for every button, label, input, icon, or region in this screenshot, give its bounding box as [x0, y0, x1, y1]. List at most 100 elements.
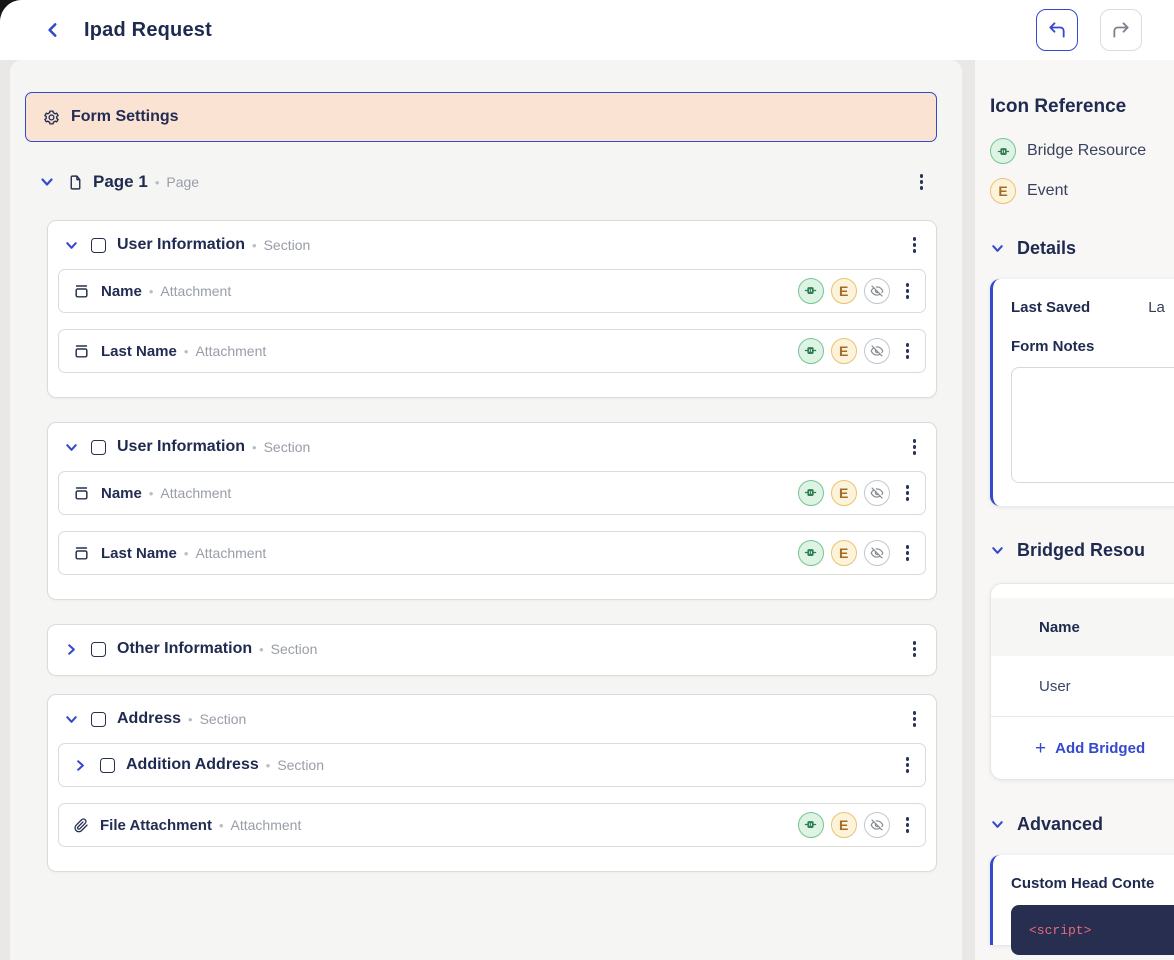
eye-hidden-icon[interactable]: [864, 278, 890, 304]
chevron-right-icon[interactable]: [73, 758, 88, 773]
main-area: Form Settings Page 1 • Page User Informa…: [0, 60, 1174, 960]
details-section-header[interactable]: Details: [990, 238, 1174, 259]
legend-label: Bridge Resource: [1027, 142, 1146, 160]
kebab-menu[interactable]: [914, 168, 929, 195]
back-button[interactable]: [40, 17, 66, 43]
redo-icon: [1111, 20, 1131, 40]
section-type-label: Section: [264, 237, 311, 253]
form-builder-app: Ipad Request Form Settings Page 1 • Page: [0, 0, 1174, 960]
section-card-user-information-2: User Information • Section Name • Attach…: [47, 422, 937, 600]
bullet-separator: •: [266, 758, 271, 773]
field-box-icon: [73, 485, 90, 502]
bridge-resource-icon[interactable]: [798, 540, 824, 566]
chevron-right-icon[interactable]: [64, 642, 79, 657]
section-title: Other Information: [117, 640, 252, 658]
chevron-down-icon[interactable]: [64, 712, 79, 727]
eye-hidden-icon[interactable]: [864, 338, 890, 364]
bridged-resources-table: Name User + Add Bridged: [990, 583, 1174, 780]
undo-icon: [1047, 20, 1067, 40]
section-title: User Information: [117, 438, 245, 456]
field-label: Last Name: [101, 343, 177, 360]
eye-hidden-icon[interactable]: [864, 812, 890, 838]
advanced-section-header[interactable]: Advanced: [990, 814, 1174, 835]
chevron-down-icon[interactable]: [990, 543, 1005, 558]
event-icon[interactable]: E: [831, 338, 857, 364]
bridged-resources-section-header[interactable]: Bridged Resou: [990, 540, 1174, 561]
eye-hidden-icon[interactable]: [864, 480, 890, 506]
section-header[interactable]: User Information • Section: [48, 423, 936, 471]
bridge-resource-icon[interactable]: [798, 278, 824, 304]
kebab-menu[interactable]: [900, 539, 915, 566]
page-node[interactable]: Page 1 • Page: [25, 160, 937, 204]
kebab-menu[interactable]: [900, 277, 915, 304]
kebab-menu[interactable]: [907, 231, 922, 258]
eye-hidden-icon[interactable]: [864, 540, 890, 566]
section-header[interactable]: Address • Section: [48, 695, 936, 743]
event-icon[interactable]: E: [831, 278, 857, 304]
chevron-down-icon[interactable]: [990, 817, 1005, 832]
subsection-card-addition-address[interactable]: Addition Address • Section: [58, 743, 926, 787]
bullet-separator: •: [155, 175, 160, 190]
undo-button[interactable]: [1036, 9, 1078, 51]
legend-row-bridge-resource: Bridge Resource: [990, 138, 1174, 164]
section-icon: [91, 642, 106, 657]
truncated-column-label: La: [1148, 299, 1165, 316]
kebab-menu[interactable]: [900, 337, 915, 364]
field-type-label: Attachment: [195, 343, 266, 359]
section-header[interactable]: Other Information • Section: [48, 625, 936, 673]
event-icon: E: [990, 178, 1016, 204]
redo-button[interactable]: [1100, 9, 1142, 51]
bullet-separator: •: [252, 440, 257, 455]
event-icon[interactable]: E: [831, 480, 857, 506]
chevron-down-icon[interactable]: [64, 238, 79, 253]
section-icon: [91, 440, 106, 455]
field-status-icons: E: [798, 479, 915, 506]
legend-label: Event: [1027, 182, 1068, 200]
properties-sidebar: Icon Reference Bridge Resource E Event D…: [975, 60, 1174, 960]
kebab-menu[interactable]: [900, 751, 915, 778]
custom-head-content-label: Custom Head Conte: [1011, 875, 1174, 892]
field-box-icon: [73, 545, 90, 562]
kebab-menu[interactable]: [900, 811, 915, 838]
field-row-last-name[interactable]: Last Name • Attachment E: [58, 329, 926, 373]
bridge-resource-icon[interactable]: [798, 812, 824, 838]
chevron-down-icon[interactable]: [990, 241, 1005, 256]
chevron-down-icon[interactable]: [64, 440, 79, 455]
subsection-title: Addition Address: [126, 756, 259, 774]
field-label: File Attachment: [100, 817, 212, 834]
add-bridged-resource-button[interactable]: + Add Bridged: [991, 717, 1174, 779]
form-settings-banner[interactable]: Form Settings: [25, 92, 937, 142]
advanced-title: Advanced: [1017, 814, 1103, 835]
bullet-separator: •: [149, 284, 154, 299]
field-row-file-attachment[interactable]: File Attachment • Attachment E: [58, 803, 926, 847]
event-icon[interactable]: E: [831, 540, 857, 566]
top-header: Ipad Request: [0, 0, 1174, 60]
form-notes-textarea[interactable]: [1011, 367, 1174, 483]
bridge-resource-icon[interactable]: [798, 338, 824, 364]
section-header[interactable]: User Information • Section: [48, 221, 936, 269]
custom-head-code-editor[interactable]: <script>: [1011, 905, 1174, 955]
chevron-down-icon[interactable]: [39, 174, 55, 190]
bridge-resource-icon[interactable]: [798, 480, 824, 506]
bridge-resource-icon: [990, 138, 1016, 164]
kebab-menu[interactable]: [900, 479, 915, 506]
add-bridged-label: Add Bridged: [1055, 740, 1145, 757]
field-status-icons: E: [798, 337, 915, 364]
section-title: User Information: [117, 236, 245, 254]
kebab-menu[interactable]: [907, 635, 922, 662]
field-row-name[interactable]: Name • Attachment E: [58, 471, 926, 515]
page-type-label: Page: [166, 174, 199, 190]
table-row-user[interactable]: User: [991, 656, 1174, 717]
field-row-name[interactable]: Name • Attachment E: [58, 269, 926, 313]
icon-reference-legend: Bridge Resource E Event: [990, 138, 1174, 204]
event-icon[interactable]: E: [831, 812, 857, 838]
field-label: Name: [101, 485, 142, 502]
kebab-menu[interactable]: [907, 705, 922, 732]
last-saved-label: Last Saved: [1011, 299, 1090, 316]
kebab-menu[interactable]: [907, 433, 922, 460]
field-box-icon: [73, 283, 90, 300]
section-icon: [91, 712, 106, 727]
field-row-last-name[interactable]: Last Name • Attachment E: [58, 531, 926, 575]
back-chevron-icon: [44, 21, 62, 39]
last-saved-row: Last Saved La: [1011, 299, 1174, 316]
